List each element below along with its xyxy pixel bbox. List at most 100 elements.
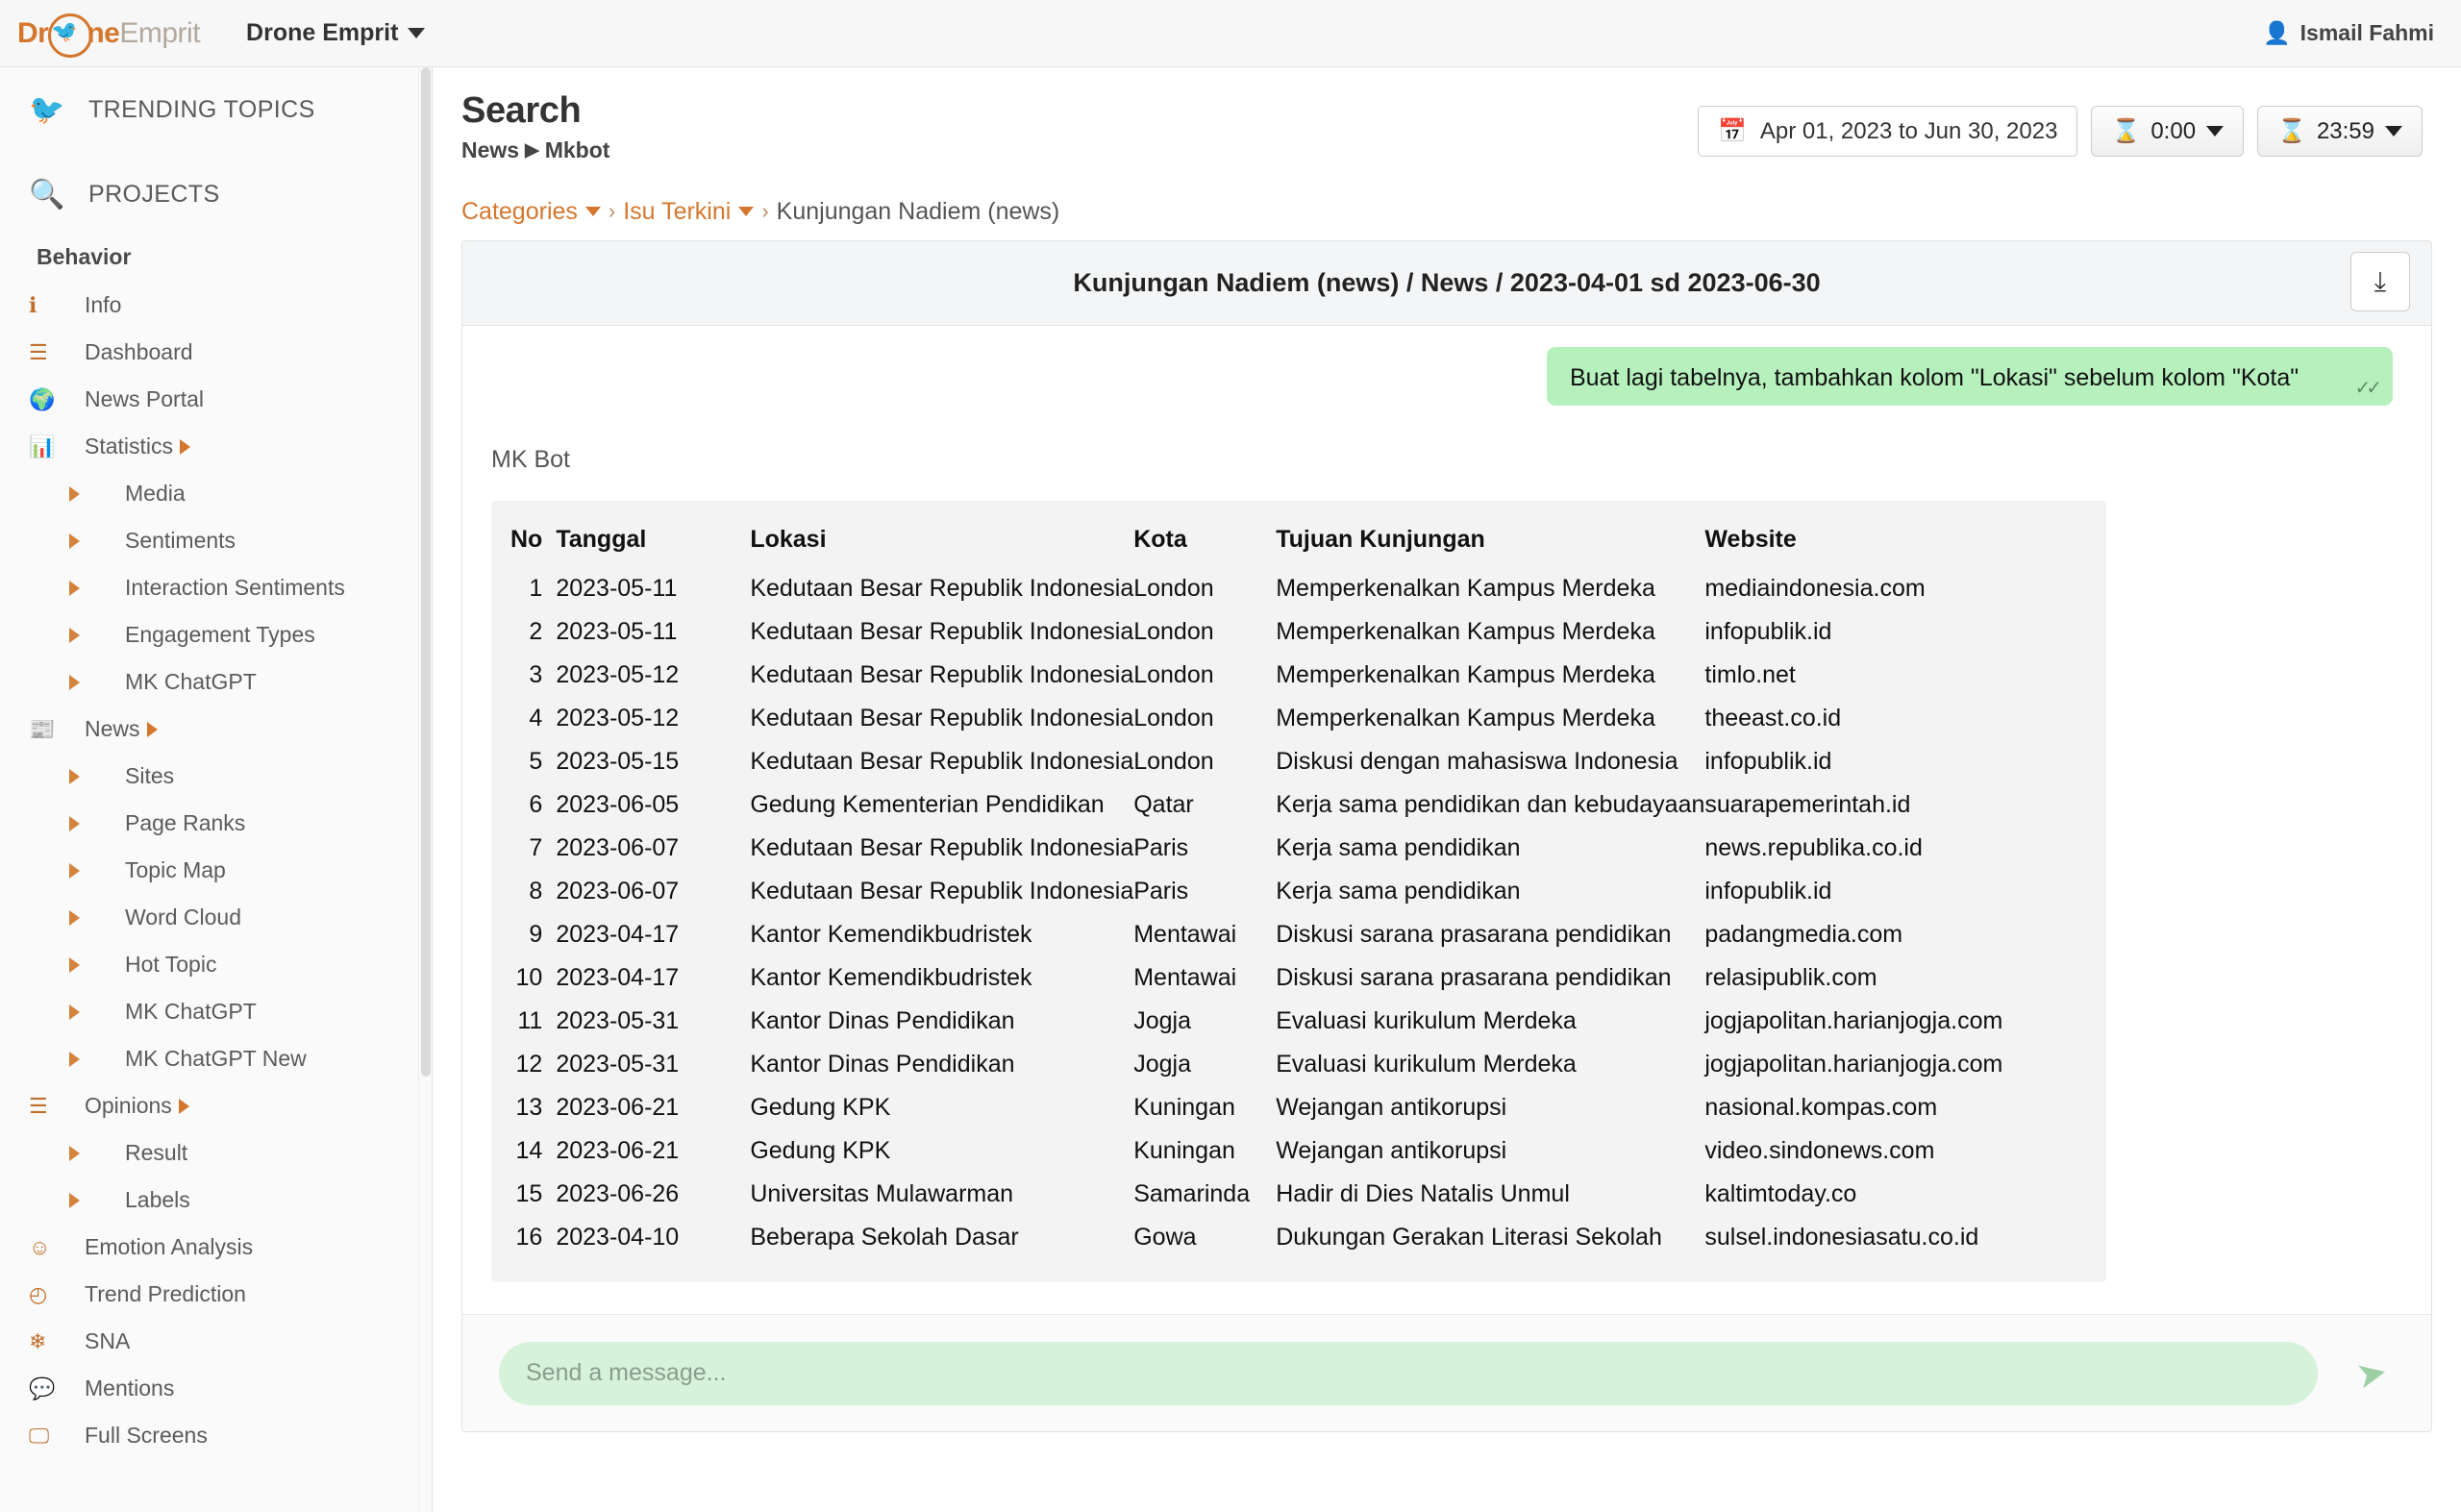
- chevron-down-icon: [2385, 126, 2402, 136]
- twitter-bird-icon: 🐦: [29, 93, 65, 126]
- cell-no: 14: [515, 1137, 543, 1164]
- triangle-right-icon: [69, 1004, 125, 1020]
- sidebar-scrollbar-thumb[interactable]: [421, 67, 431, 1077]
- sidebar-item-emotion-analysis[interactable]: ☺ Emotion Analysis: [0, 1224, 432, 1271]
- cell-tujuan: Memperkenalkan Kampus Merdeka: [1276, 661, 1655, 688]
- app-switcher-label: Drone Emprit: [246, 19, 399, 46]
- sidebar-item-statistics[interactable]: 📊 Statistics: [0, 423, 432, 470]
- sidebar-item-label: Engagement Types: [125, 622, 315, 647]
- cell-tanggal: 2023-04-10: [556, 1224, 680, 1251]
- download-icon: ⤓: [2374, 265, 2387, 296]
- sidebar-item-sna[interactable]: ❄ SNA: [0, 1318, 432, 1365]
- table-header-lokasi: Lokasi: [750, 526, 827, 553]
- cell-tujuan: Memperkenalkan Kampus Merdeka: [1276, 618, 1655, 645]
- sidebar-item-opinions[interactable]: ☰ Opinions: [0, 1082, 432, 1129]
- sidebar-item-mk-chatgpt-new[interactable]: MK ChatGPT New: [0, 1035, 432, 1082]
- read-receipt-icon: ✓✓: [2354, 378, 2381, 399]
- breadcrumb-isu-terkini[interactable]: Isu Terkini: [623, 198, 755, 226]
- cell-tujuan: Diskusi sarana prasarana pendidikan: [1276, 921, 1672, 948]
- sidebar-item-topic-map[interactable]: Topic Map: [0, 847, 432, 894]
- sidebar-item-result[interactable]: Result: [0, 1129, 432, 1177]
- brand-logo[interactable]: Dr 🐦 ne Emprit: [17, 12, 201, 58]
- triangle-right-icon: [69, 580, 80, 596]
- triangle-right-icon: [69, 956, 125, 973]
- breadcrumb-parent[interactable]: News: [461, 137, 519, 163]
- sidebar-item-label: Labels: [125, 1187, 190, 1212]
- sidebar-item-engagement-types[interactable]: Engagement Types: [0, 611, 432, 658]
- logo-text-emprit: Emprit: [119, 16, 201, 49]
- sidebar-item-label: Dashboard: [85, 339, 193, 364]
- sidebar-item-dashboard[interactable]: ☰ Dashboard: [0, 329, 432, 376]
- date-range-picker[interactable]: 📅 Apr 01, 2023 to Jun 30, 2023: [1697, 106, 2078, 157]
- time-end-dropdown[interactable]: ⌛ 23:59: [2257, 106, 2423, 157]
- sidebar-item-label: Sentiments: [125, 528, 236, 553]
- sidebar-item-labels[interactable]: Labels: [0, 1177, 432, 1224]
- download-button[interactable]: ⤓: [2350, 252, 2410, 311]
- sidebar-item-label: Full Screens: [85, 1423, 208, 1448]
- cell-kota: Paris: [1133, 834, 1189, 861]
- user-message-bubble: Buat lagi tabelnya, tambahkan kolom "Lok…: [1547, 347, 2393, 406]
- cell-no: 6: [529, 791, 543, 818]
- cell-tujuan: Kerja sama pendidikan: [1276, 834, 1521, 861]
- sidebar-item-sites[interactable]: Sites: [0, 753, 432, 800]
- sidebar-item-projects[interactable]: 🔍 PROJECTS: [0, 152, 432, 236]
- cell-kota: London: [1133, 705, 1214, 731]
- sidebar-item-mk-chatgpt[interactable]: MK ChatGPT: [0, 988, 432, 1035]
- user-menu[interactable]: 👤 Ismail Fahmi: [2263, 20, 2434, 46]
- triangle-right-icon: [69, 768, 80, 784]
- breadcrumb-separator-icon: ›: [761, 199, 769, 223]
- breadcrumb-child[interactable]: Mkbot: [545, 137, 610, 163]
- sidebar-item-label: News Portal: [85, 386, 204, 411]
- cell-website: infopublik.id: [1704, 878, 1832, 905]
- chevron-right-icon: [146, 721, 158, 737]
- sidebar-scrollbar[interactable]: [418, 67, 432, 1512]
- cell-kota: Samarinda: [1133, 1180, 1251, 1207]
- triangle-right-icon: [69, 815, 80, 831]
- cell-no: 3: [529, 661, 543, 688]
- cell-website: relasipublik.com: [1704, 964, 1877, 991]
- cell-tujuan: Wejangan antikorupsi: [1276, 1094, 1507, 1121]
- sidebar-item-label: Emotion Analysis: [85, 1234, 254, 1259]
- cell-kota: Mentawai: [1133, 964, 1237, 991]
- sidebar-item-interaction-sentiments[interactable]: Interaction Sentiments: [0, 564, 432, 611]
- app-switcher[interactable]: Drone Emprit: [246, 19, 426, 47]
- sidebar-item-label: Interaction Sentiments: [125, 575, 345, 600]
- cell-website: nasional.kompas.com: [1704, 1094, 1938, 1121]
- sidebar-item-page-ranks[interactable]: Page Ranks: [0, 800, 432, 847]
- sidebar-item-full-screens[interactable]: 🖵 Full Screens: [0, 1412, 432, 1459]
- chevron-right-icon: [180, 438, 191, 455]
- cell-website: infopublik.id: [1704, 618, 1832, 645]
- sidebar-item-sentiments[interactable]: Sentiments: [0, 517, 432, 564]
- sidebar-item-mentions[interactable]: 💬 Mentions: [0, 1365, 432, 1412]
- sidebar-item-info[interactable]: ℹ Info: [0, 282, 432, 329]
- sidebar-item-word-cloud[interactable]: Word Cloud: [0, 894, 432, 941]
- clock-icon: ◴: [29, 1281, 48, 1306]
- cell-tanggal: 2023-06-21: [556, 1094, 680, 1121]
- cell-tanggal: 2023-06-26: [556, 1180, 680, 1207]
- triangle-right-icon: [69, 1145, 80, 1161]
- triangle-right-icon: [69, 1051, 125, 1067]
- sidebar-item-media[interactable]: Media: [0, 470, 432, 517]
- cell-tujuan: Hadir di Dies Natalis Unmul: [1276, 1180, 1570, 1207]
- triangle-right-icon: [69, 1051, 80, 1067]
- sidebar-item-trend-prediction[interactable]: ◴ Trend Prediction: [0, 1271, 432, 1318]
- cell-lokasi: Kantor Dinas Pendidikan: [750, 1051, 1015, 1078]
- chat-panel-title: Kunjungan Nadiem (news) / News / 2023-04…: [1073, 268, 1821, 297]
- send-button[interactable]: ➤: [2337, 1339, 2405, 1407]
- triangle-right-icon: [69, 768, 125, 784]
- cell-tanggal: 2023-05-12: [556, 705, 680, 731]
- message-input[interactable]: [499, 1341, 2318, 1405]
- breadcrumb-categories[interactable]: Categories: [461, 198, 601, 226]
- table-row: 13 2023-06-21 Gedung KPK Kuningan Wejangan a…: [510, 1086, 2087, 1129]
- cell-tanggal: 2023-05-31: [556, 1051, 680, 1078]
- sidebar-item-mk-chatgpt[interactable]: MK ChatGPT: [0, 658, 432, 706]
- sidebar-item-trending-topics[interactable]: 🐦 TRENDING TOPICS: [0, 67, 432, 152]
- triangle-right-icon: [69, 862, 125, 879]
- cell-no: 12: [515, 1051, 543, 1078]
- sidebar-item-label: News: [85, 716, 140, 741]
- sidebar-item-label: Result: [125, 1140, 188, 1165]
- sidebar-item-news[interactable]: 📰 News: [0, 706, 432, 753]
- sidebar-item-hot-topic[interactable]: Hot Topic: [0, 941, 432, 988]
- sidebar-item-news-portal[interactable]: 🌍 News Portal: [0, 376, 432, 423]
- time-start-dropdown[interactable]: ⌛ 0:00: [2091, 106, 2245, 157]
